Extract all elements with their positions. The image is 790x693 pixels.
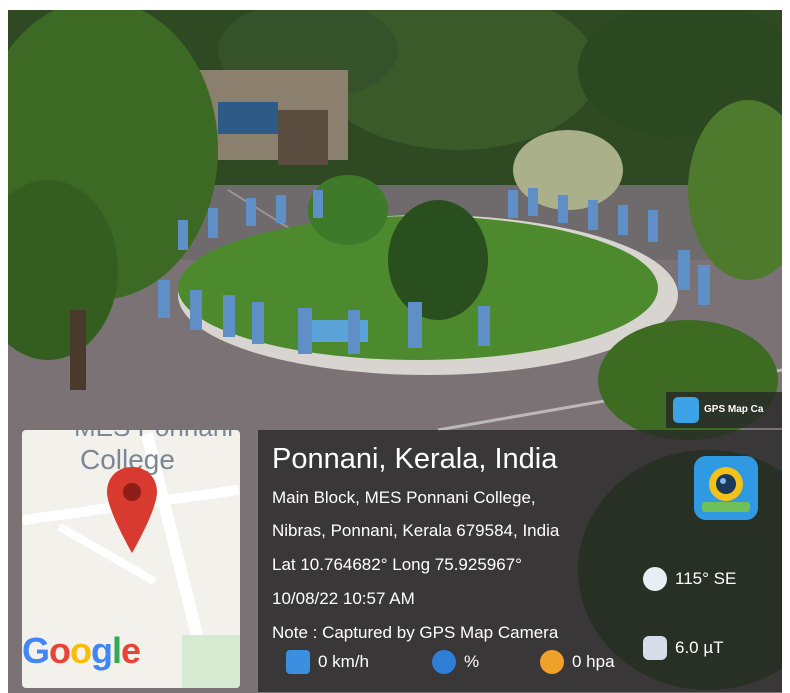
- datetime: 10/08/22 10:57 AM: [272, 589, 415, 608]
- magnetic-value: 6.0 µT: [675, 638, 724, 657]
- pressure-readout: 0 hpa: [540, 650, 615, 674]
- google-logo: Google: [22, 630, 141, 671]
- map-pin-icon: [107, 467, 157, 553]
- map-thumbnail[interactable]: MES Ponnani College Google: [22, 430, 240, 688]
- pressure-value: 0 hpa: [572, 652, 615, 671]
- wind-readout: 0 km/h: [286, 650, 369, 674]
- wind-icon: [286, 650, 310, 674]
- humidity-value: %: [464, 652, 480, 671]
- magnetic-readout: 6.0 µT: [643, 636, 724, 660]
- pressure-gauge-icon: [540, 650, 564, 674]
- map-green-area: [182, 635, 240, 688]
- map-label-top: MES Ponnani: [74, 430, 233, 443]
- capture-note: Note : Captured by GPS Map Camera: [272, 623, 559, 642]
- humidity-icon: [432, 650, 456, 674]
- gps-map-camera-app-icon: [694, 456, 758, 520]
- coordinates: Lat 10.764682° Long 75.925967°: [272, 555, 522, 574]
- badge-app-name: GPS Map Ca: [704, 404, 764, 415]
- wind-value: 0 km/h: [318, 652, 370, 671]
- address-line-2: Nibras, Ponnani, Kerala 679584, India: [272, 521, 560, 540]
- gps-map-camera-badge: GPS Map Ca: [666, 392, 782, 428]
- compass-readout: 115° SE: [643, 567, 736, 591]
- location-title: Ponnani, Kerala, India: [272, 443, 558, 475]
- humidity-readout: %: [432, 650, 479, 674]
- compass-icon: [643, 567, 667, 591]
- magnetic-field-icon: [643, 636, 667, 660]
- gps-map-camera-icon: [673, 397, 699, 423]
- compass-value: 115° SE: [675, 569, 737, 588]
- address-line-1: Main Block, MES Ponnani College,: [272, 488, 536, 507]
